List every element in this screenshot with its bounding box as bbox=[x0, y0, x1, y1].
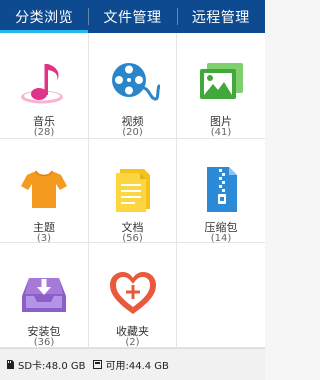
install-tray-icon bbox=[17, 266, 71, 320]
tab-bar: 分类浏览 文件管理 远程管理 bbox=[0, 0, 265, 33]
zip-icon bbox=[194, 162, 248, 216]
document-icon bbox=[106, 162, 160, 216]
category-count: (2) bbox=[125, 337, 140, 348]
grid-empty-cell bbox=[177, 243, 265, 348]
tab-category-browse[interactable]: 分类浏览 bbox=[0, 0, 89, 33]
category-grid: 音乐 (28) 视频 (20) 图片 (41) 主题 (3) 文档 (56) 压… bbox=[0, 33, 265, 348]
heart-plus-icon bbox=[106, 266, 160, 320]
category-music[interactable]: 音乐 (28) bbox=[0, 33, 89, 139]
category-count: (28) bbox=[33, 127, 55, 138]
sd-card-label: SD卡:48.0 GB bbox=[18, 361, 86, 372]
sd-card-status: SD卡:48.0 GB bbox=[6, 357, 85, 372]
category-count: (41) bbox=[210, 127, 232, 138]
tshirt-icon bbox=[17, 162, 71, 216]
music-note-icon bbox=[17, 56, 71, 110]
sd-card-icon bbox=[7, 360, 14, 369]
category-install-packages[interactable]: 安装包 (36) bbox=[0, 243, 89, 348]
free-space-status: 可用:44.4 GB bbox=[93, 357, 169, 372]
storage-icon bbox=[93, 360, 103, 369]
category-video[interactable]: 视频 (20) bbox=[89, 33, 177, 139]
film-reel-icon bbox=[106, 56, 160, 110]
category-documents[interactable]: 文档 (56) bbox=[89, 139, 177, 244]
category-pictures[interactable]: 图片 (41) bbox=[177, 33, 265, 139]
category-theme[interactable]: 主题 (3) bbox=[0, 139, 89, 244]
category-count: (20) bbox=[122, 127, 143, 138]
picture-icon bbox=[194, 56, 248, 110]
tab-file-manager[interactable]: 文件管理 bbox=[88, 0, 176, 33]
category-favorites[interactable]: 收藏夹 (2) bbox=[89, 243, 177, 348]
tab-remote-manager[interactable]: 远程管理 bbox=[176, 0, 265, 33]
storage-status-bar: SD卡:48.0 GB 可用:44.4 GB bbox=[0, 348, 265, 380]
category-archives[interactable]: 压缩包 (14) bbox=[177, 139, 265, 244]
category-count: (36) bbox=[33, 337, 55, 348]
free-space-label: 可用:44.4 GB bbox=[105, 361, 169, 372]
